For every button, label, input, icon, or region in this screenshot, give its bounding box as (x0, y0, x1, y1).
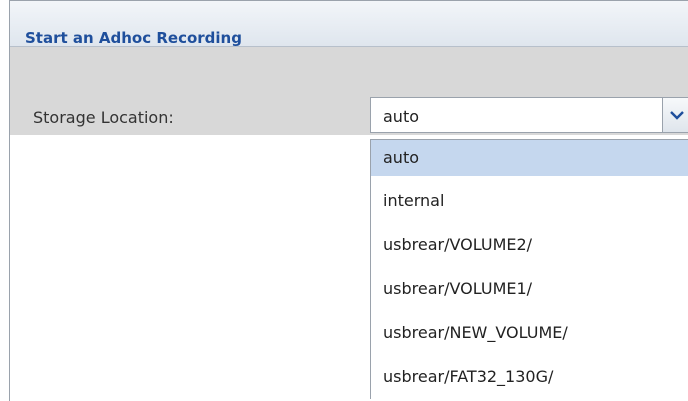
option-usbrear-new-volume[interactable]: usbrear/NEW_VOLUME/ (371, 315, 688, 351)
storage-location-dropdown: auto internal usbrear/VOLUME2/ usbrear/V… (370, 139, 688, 399)
option-auto[interactable]: auto (371, 140, 688, 176)
chevron-down-icon[interactable] (662, 98, 688, 132)
panel-title: Start an Adhoc Recording (25, 29, 242, 47)
panel-header: Start an Adhoc Recording (10, 1, 688, 47)
storage-location-label: Storage Location: (33, 108, 174, 127)
storage-location-select[interactable]: auto (370, 97, 688, 133)
option-usbrear-fat32-130g[interactable]: usbrear/FAT32_130G/ (371, 359, 688, 395)
option-usbrear-volume2[interactable]: usbrear/VOLUME2/ (371, 227, 688, 263)
storage-location-value: auto (383, 107, 420, 126)
option-usbrear-volume1[interactable]: usbrear/VOLUME1/ (371, 271, 688, 307)
option-internal[interactable]: internal (371, 183, 688, 219)
